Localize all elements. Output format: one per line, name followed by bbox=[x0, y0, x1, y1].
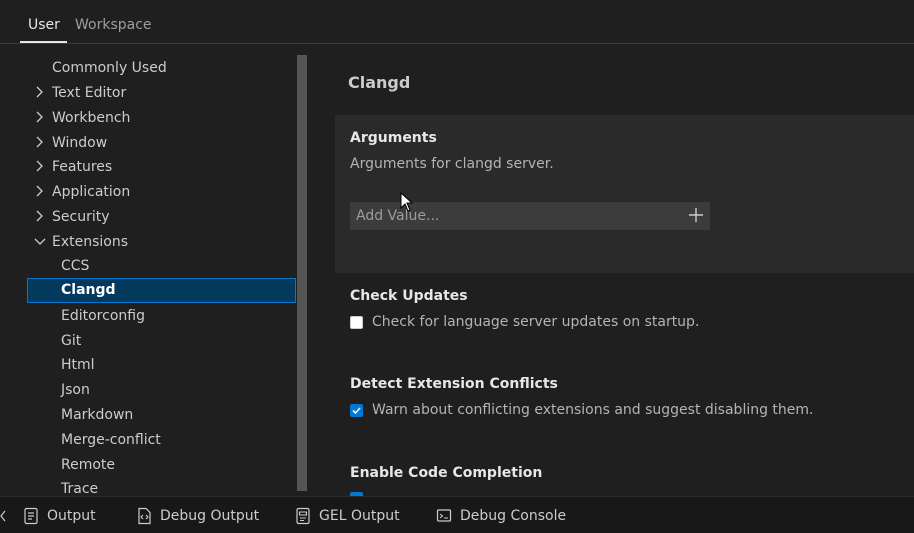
toc-item-label: Markdown bbox=[61, 407, 134, 423]
output-icon bbox=[24, 507, 38, 525]
panel-tab-label: Debug Output bbox=[160, 508, 260, 524]
toc-item-label: Commonly Used bbox=[52, 60, 167, 76]
debug-output-icon bbox=[138, 507, 151, 525]
active-tab-indicator bbox=[20, 41, 67, 43]
setting-title: Arguments bbox=[350, 130, 437, 146]
toc-item-label: Trace bbox=[61, 481, 99, 496]
settings-content: Clangd Arguments Arguments for clangd se… bbox=[308, 44, 914, 496]
panel-tab-label: GEL Output bbox=[319, 508, 400, 524]
checkmark-icon bbox=[352, 407, 361, 415]
toc-item-trace[interactable]: Trace bbox=[0, 477, 296, 496]
toc-item-label: Window bbox=[52, 135, 108, 151]
toc-item-label: Workbench bbox=[52, 110, 131, 126]
toc-item-clangd[interactable]: Clangd bbox=[27, 278, 296, 303]
toc-item-label: Json bbox=[61, 382, 90, 398]
toc-item-workbench[interactable]: Workbench bbox=[0, 106, 296, 130]
settings-scope-tabs: User Workspace bbox=[0, 0, 914, 44]
gel-output-icon bbox=[296, 507, 310, 525]
toc-item-label: Security bbox=[52, 209, 110, 225]
chevron-right-icon bbox=[34, 183, 46, 199]
setting-description: Check for language server updates on sta… bbox=[372, 314, 700, 330]
settings-toc: Commonly Used Text Editor Workbench Wind… bbox=[0, 44, 308, 496]
setting-description: Arguments for clangd server. bbox=[350, 156, 554, 172]
toc-item-label: Text Editor bbox=[52, 85, 127, 101]
toc-item-label: CCS bbox=[61, 258, 90, 274]
chevron-right-icon bbox=[34, 158, 46, 174]
setting-title: Check Updates bbox=[350, 288, 468, 304]
detect-conflicts-checkbox[interactable] bbox=[350, 404, 363, 417]
toc-item-security[interactable]: Security bbox=[0, 205, 296, 229]
chevron-down-icon bbox=[34, 233, 46, 249]
panel-tab-label: Output bbox=[47, 508, 96, 524]
toc-item-window[interactable]: Window bbox=[0, 131, 296, 155]
setting-title: Detect Extension Conflicts bbox=[350, 376, 558, 392]
toc-item-label: Extensions bbox=[52, 234, 129, 250]
toc-scrollbar[interactable] bbox=[297, 55, 307, 491]
tab-workspace[interactable]: Workspace bbox=[75, 17, 152, 33]
toc-item-json[interactable]: Json bbox=[0, 378, 296, 402]
check-updates-checkbox[interactable] bbox=[350, 316, 363, 329]
tab-user[interactable]: User bbox=[28, 17, 60, 33]
toc-item-extensions[interactable]: Extensions bbox=[0, 230, 296, 254]
toc-item-merge-conflict[interactable]: Merge-conflict bbox=[0, 428, 296, 452]
toc-item-label: Clangd bbox=[61, 282, 116, 298]
panel-tab-bar: Output Debug Output GEL Output Debug Con… bbox=[0, 496, 914, 533]
toc-item-markdown[interactable]: Markdown bbox=[0, 403, 296, 427]
plus-icon[interactable] bbox=[688, 207, 704, 223]
mouse-cursor-icon bbox=[400, 192, 414, 212]
setting-title: Enable Code Completion bbox=[350, 465, 543, 481]
toc-item-git[interactable]: Git bbox=[0, 329, 296, 353]
toc-item-features[interactable]: Features bbox=[0, 155, 296, 179]
toc-item-label: Git bbox=[61, 333, 82, 349]
toc-item-application[interactable]: Application bbox=[0, 180, 296, 204]
toc-item-text-editor[interactable]: Text Editor bbox=[0, 81, 296, 105]
section-title: Clangd bbox=[348, 73, 411, 92]
toc-item-label: Features bbox=[52, 159, 113, 175]
toc-item-remote[interactable]: Remote bbox=[0, 453, 296, 477]
toc-item-commonly-used[interactable]: Commonly Used bbox=[0, 56, 296, 80]
chevron-right-icon bbox=[34, 208, 46, 224]
panel-edge-icon bbox=[0, 510, 6, 522]
setting-description: Warn about conflicting extensions and su… bbox=[372, 402, 814, 418]
toc-item-editorconfig[interactable]: Editorconfig bbox=[0, 304, 296, 328]
chevron-right-icon bbox=[34, 109, 46, 125]
chevron-right-icon bbox=[34, 134, 46, 150]
toc-item-label: Html bbox=[61, 357, 95, 373]
add-value-label: Add Value... bbox=[356, 208, 440, 224]
toc-item-label: Merge-conflict bbox=[61, 432, 161, 448]
chevron-right-icon bbox=[34, 84, 46, 100]
toc-item-label: Application bbox=[52, 184, 131, 200]
toc-item-html[interactable]: Html bbox=[0, 353, 296, 377]
toc-item-label: Editorconfig bbox=[61, 308, 145, 324]
toc-item-ccs[interactable]: CCS bbox=[0, 254, 296, 278]
debug-console-icon bbox=[436, 509, 452, 522]
panel-tab-label: Debug Console bbox=[460, 508, 567, 524]
toc-item-label: Remote bbox=[61, 457, 116, 473]
